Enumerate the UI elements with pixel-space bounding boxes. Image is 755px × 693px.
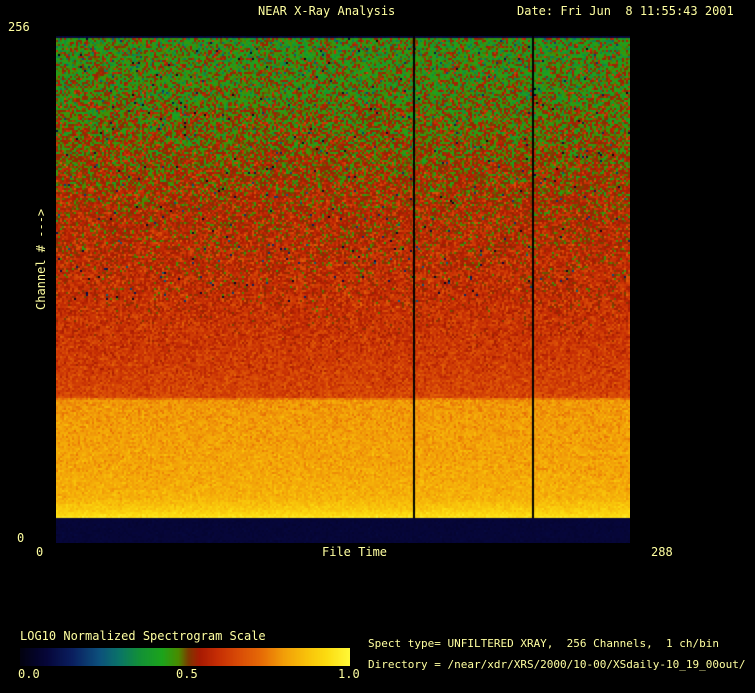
- x-axis-max-label: 288: [651, 545, 673, 559]
- colorbar-tick-max: 1.0: [338, 667, 360, 681]
- date-label: Date: Fri Jun 8 11:55:43 2001: [517, 4, 734, 18]
- x-axis-min-label: 0: [36, 545, 44, 559]
- x-axis-title: File Time: [322, 545, 388, 559]
- spect-type-label: Spect type= UNFILTERED XRAY, 256 Channel…: [368, 637, 719, 650]
- colorbar: [20, 648, 350, 666]
- y-axis-title: Channel # --->: [34, 208, 48, 310]
- colorbar-tick-min: 0.0: [18, 667, 40, 681]
- colorbar-title: LOG10 Normalized Spectrogram Scale: [20, 629, 266, 643]
- colorbar-tick-mid: 0.5: [176, 667, 198, 681]
- directory-label: Directory = /near/xdr/XRS/2000/10-00/XSd…: [368, 658, 746, 671]
- y-axis-max-label: 256: [8, 20, 30, 34]
- y-axis-min-label: 0: [17, 531, 25, 545]
- chart-title: NEAR X-Ray Analysis: [258, 4, 396, 18]
- spectrogram-canvas: [56, 36, 630, 543]
